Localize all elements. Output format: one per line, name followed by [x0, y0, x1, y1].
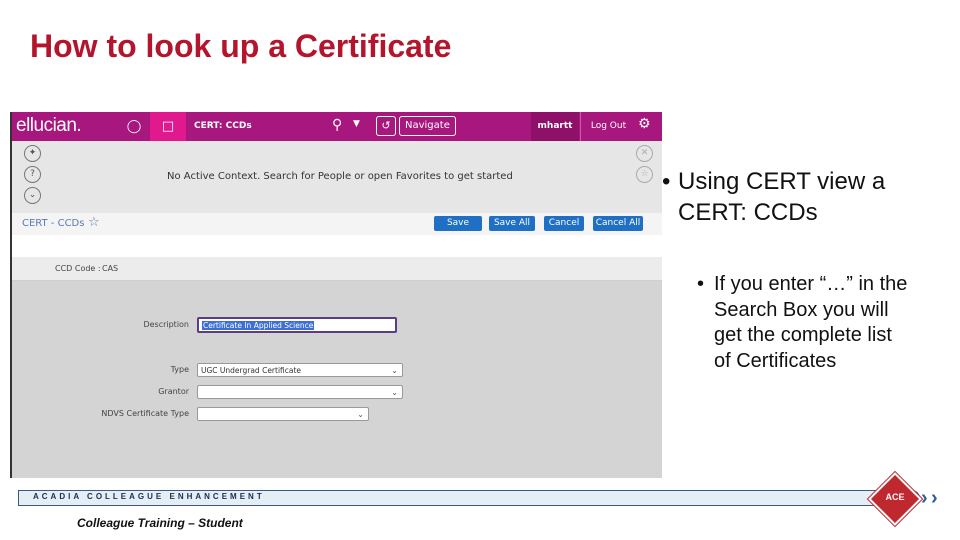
footer-band-text: ACADIA COLLEAGUE ENHANCEMENT: [33, 492, 265, 501]
slide-title: How to look up a Certificate: [30, 28, 452, 64]
chevron-down-icon: ⌄: [391, 388, 398, 397]
ccd-code-label: CCD Code :: [55, 264, 101, 273]
ccd-code-value: CAS: [102, 264, 119, 273]
favorite-icon[interactable]: ☆: [636, 166, 653, 183]
document-icon[interactable]: □: [150, 112, 186, 141]
bullet-primary-text: Using CERT view a CERT: CCDs: [678, 168, 886, 226]
description-value: Certificate In Applied Science: [202, 321, 315, 330]
gear-icon[interactable]: ⚙: [638, 116, 651, 132]
user-icon[interactable]: ◯: [116, 112, 152, 141]
description-field[interactable]: Certificate In Applied Science: [197, 317, 397, 333]
ndvs-label: NDVS Certificate Type: [101, 409, 189, 418]
ccd-code-row: CCD Code : CAS: [12, 257, 662, 281]
grantor-select[interactable]: ⌄: [197, 385, 403, 399]
form-header: CERT - CCDs ☆ Save Save All Cancel Cance…: [12, 213, 662, 235]
chevron-right-icon: ›: [931, 487, 938, 509]
navigate-button[interactable]: Navigate: [399, 116, 456, 136]
context-bar: ✦ ? ⌄ ✕ ☆ No Active Context. Search for …: [12, 141, 662, 213]
current-form-name: CERT: CCDs: [194, 121, 252, 131]
bullet-dot: •: [662, 168, 671, 195]
chevron-down-icon[interactable]: ▼: [353, 119, 360, 129]
app-topbar: ellucian. ◯ □ CERT: CCDs ⚲ ▼ ↺ Navigate …: [12, 112, 662, 141]
ellucian-logo: ellucian.: [16, 115, 82, 136]
save-all-button[interactable]: Save All: [489, 216, 535, 231]
search-icon[interactable]: ⚲: [332, 117, 342, 133]
form-title: CERT - CCDs: [22, 218, 85, 229]
footer-text: Colleague Training – Student: [77, 516, 243, 530]
collapse-icon[interactable]: ⌄: [24, 187, 41, 204]
user-menu[interactable]: mhartt: [531, 112, 579, 141]
type-value: UGC Undergrad Certificate: [201, 366, 302, 375]
grantor-label: Grantor: [158, 387, 189, 396]
save-button[interactable]: Save: [434, 216, 482, 231]
logout-button[interactable]: Log Out: [580, 112, 636, 141]
description-label: Description: [143, 320, 189, 329]
star-icon[interactable]: ☆: [88, 215, 100, 230]
close-icon[interactable]: ✕: [636, 145, 653, 162]
ace-logo-text: ACE: [885, 492, 905, 502]
chevron-down-icon: ⌄: [357, 410, 364, 419]
type-select[interactable]: UGC Undergrad Certificate ⌄: [197, 363, 403, 377]
pin-icon[interactable]: ✦: [24, 145, 41, 162]
footer-band: ACADIA COLLEAGUE ENHANCEMENT: [18, 490, 920, 506]
history-icon[interactable]: ↺: [376, 116, 396, 136]
context-message: No Active Context. Search for People or …: [167, 171, 513, 182]
chevron-down-icon: ⌄: [391, 366, 398, 375]
app-screenshot: ellucian. ◯ □ CERT: CCDs ⚲ ▼ ↺ Navigate …: [10, 112, 662, 478]
cancel-all-button[interactable]: Cancel All: [593, 216, 643, 231]
form-spacer: [12, 235, 662, 257]
bullet-secondary-text: If you enter “…” in the Search Box you w…: [714, 273, 908, 372]
help-icon[interactable]: ?: [24, 166, 41, 183]
cancel-button[interactable]: Cancel: [544, 216, 584, 231]
bullet-dot: •: [697, 273, 705, 295]
type-label: Type: [170, 365, 189, 374]
ndvs-select[interactable]: ⌄: [197, 407, 369, 421]
